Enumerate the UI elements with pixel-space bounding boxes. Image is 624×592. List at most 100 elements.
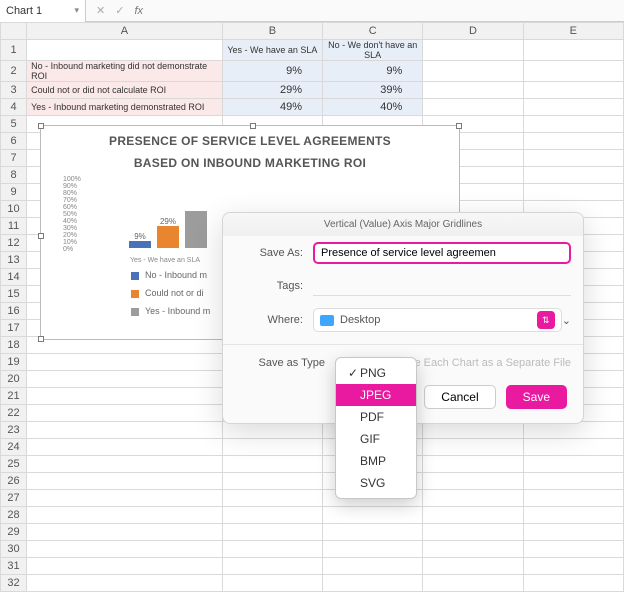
cell[interactable] — [323, 575, 423, 592]
row-header[interactable]: 8 — [1, 167, 27, 184]
name-box[interactable]: Chart 1 ▾ — [0, 0, 86, 22]
cell[interactable]: Yes - Inbound marketing demonstrated ROI — [27, 99, 223, 116]
cell[interactable] — [27, 524, 223, 541]
resize-handle[interactable] — [38, 336, 44, 342]
format-option[interactable]: GIF — [336, 428, 416, 450]
row-header[interactable]: 10 — [1, 201, 27, 218]
cell[interactable] — [222, 507, 322, 524]
col-header[interactable]: B — [222, 23, 322, 40]
format-option[interactable]: BMP — [336, 450, 416, 472]
cell[interactable] — [222, 439, 322, 456]
cell[interactable] — [523, 99, 623, 116]
cell[interactable] — [222, 456, 322, 473]
cell[interactable] — [323, 541, 423, 558]
resize-handle[interactable] — [250, 123, 256, 129]
row-header[interactable]: 11 — [1, 218, 27, 235]
row-header[interactable]: 30 — [1, 541, 27, 558]
cell[interactable] — [423, 456, 523, 473]
cell[interactable] — [523, 541, 623, 558]
cell[interactable] — [523, 439, 623, 456]
row-header[interactable]: 12 — [1, 235, 27, 252]
cell[interactable]: 49% — [222, 99, 322, 116]
cell[interactable] — [523, 490, 623, 507]
chevron-down-icon[interactable]: ▾ — [74, 5, 79, 16]
cell[interactable] — [222, 473, 322, 490]
col-header[interactable] — [1, 23, 27, 40]
resize-handle[interactable] — [38, 233, 44, 239]
fx-icon[interactable]: fx — [134, 5, 143, 17]
cell[interactable] — [523, 150, 623, 167]
row-header[interactable]: 14 — [1, 269, 27, 286]
row-header[interactable]: 3 — [1, 82, 27, 99]
tags-input[interactable] — [313, 276, 571, 296]
row-header[interactable]: 27 — [1, 490, 27, 507]
cell[interactable] — [423, 558, 523, 575]
format-option[interactable]: PDF — [336, 406, 416, 428]
cell[interactable] — [423, 490, 523, 507]
cell[interactable] — [523, 61, 623, 82]
row-header[interactable]: 20 — [1, 371, 27, 388]
col-header[interactable]: E — [523, 23, 623, 40]
row-header[interactable]: 17 — [1, 320, 27, 337]
resize-handle[interactable] — [456, 123, 462, 129]
row-header[interactable]: 6 — [1, 133, 27, 150]
cell[interactable]: 39% — [323, 82, 423, 99]
resize-handle[interactable] — [38, 123, 44, 129]
cancel-button[interactable]: Cancel — [424, 385, 495, 409]
row-header[interactable]: 4 — [1, 99, 27, 116]
cell[interactable] — [423, 82, 523, 99]
cell[interactable] — [523, 40, 623, 61]
cell[interactable] — [27, 473, 223, 490]
cell[interactable] — [222, 575, 322, 592]
row-header[interactable]: 5 — [1, 116, 27, 133]
cell[interactable]: Yes - We have an SLA — [222, 40, 322, 61]
cell[interactable] — [27, 422, 223, 439]
cell[interactable] — [27, 354, 223, 371]
cell[interactable] — [423, 439, 523, 456]
cell[interactable] — [523, 524, 623, 541]
confirm-formula-icon[interactable]: ✓ — [115, 4, 124, 17]
cell[interactable] — [523, 575, 623, 592]
row-header[interactable]: 15 — [1, 286, 27, 303]
cell[interactable] — [27, 456, 223, 473]
cell[interactable] — [222, 541, 322, 558]
cell[interactable] — [27, 40, 223, 61]
updown-icon[interactable]: ⇅ — [537, 311, 555, 329]
cell[interactable] — [423, 61, 523, 82]
row-header[interactable]: 23 — [1, 422, 27, 439]
row-header[interactable]: 13 — [1, 252, 27, 269]
row-header[interactable]: 29 — [1, 524, 27, 541]
cell[interactable] — [523, 167, 623, 184]
cell[interactable]: 40% — [323, 99, 423, 116]
cell[interactable] — [423, 422, 523, 439]
col-header[interactable]: D — [423, 23, 523, 40]
row-header[interactable]: 9 — [1, 184, 27, 201]
cell[interactable] — [27, 558, 223, 575]
cancel-formula-icon[interactable]: ✕ — [96, 4, 105, 17]
cell[interactable] — [423, 40, 523, 61]
cell[interactable] — [27, 490, 223, 507]
cell[interactable]: 9% — [323, 61, 423, 82]
row-header[interactable]: 2 — [1, 61, 27, 82]
cell[interactable] — [423, 99, 523, 116]
cell[interactable] — [523, 133, 623, 150]
cell[interactable] — [323, 558, 423, 575]
col-header[interactable]: C — [323, 23, 423, 40]
cell[interactable] — [423, 575, 523, 592]
cell[interactable]: 9% — [222, 61, 322, 82]
row-header[interactable]: 31 — [1, 558, 27, 575]
filename-input[interactable] — [313, 242, 571, 264]
cell[interactable] — [27, 575, 223, 592]
cell[interactable] — [222, 422, 322, 439]
col-header[interactable]: A — [27, 23, 223, 40]
row-header[interactable]: 22 — [1, 405, 27, 422]
cell[interactable]: No - We don't have an SLA — [323, 40, 423, 61]
row-header[interactable]: 28 — [1, 507, 27, 524]
format-option[interactable]: ✓PNG — [336, 362, 416, 384]
row-header[interactable]: 21 — [1, 388, 27, 405]
row-header[interactable]: 32 — [1, 575, 27, 592]
cell[interactable] — [27, 439, 223, 456]
row-header[interactable]: 7 — [1, 150, 27, 167]
cell[interactable] — [523, 422, 623, 439]
format-option[interactable]: SVG — [336, 472, 416, 494]
